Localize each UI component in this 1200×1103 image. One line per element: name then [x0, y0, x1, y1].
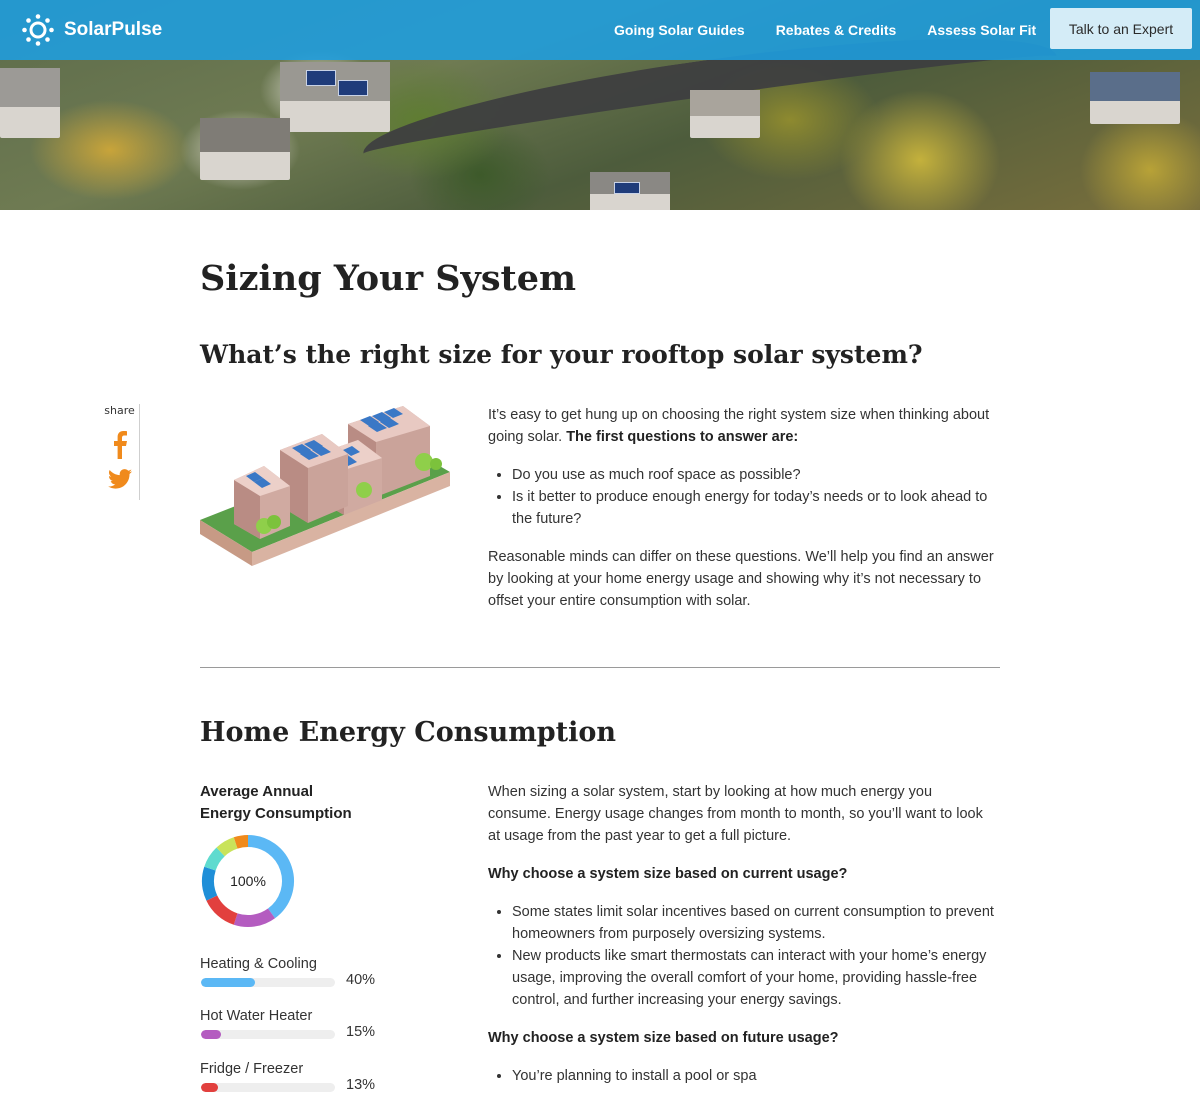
donut-center-label: 100% — [230, 873, 266, 889]
share-bar: share — [100, 404, 140, 500]
page-subtitle: What’s the right size for your rooftop s… — [200, 340, 923, 369]
usage-bar-fill — [201, 1030, 222, 1039]
hero-house — [1090, 72, 1180, 124]
future-usage-list: You’re planning to install a pool or spa — [512, 1065, 998, 1087]
consumption-text: When sizing a solar system, start by loo… — [488, 781, 998, 1103]
usage-percent: 40% — [346, 972, 376, 988]
list-item: Is it better to produce enough energy fo… — [512, 486, 998, 530]
intro-question-list: Do you use as much roof space as possibl… — [512, 464, 998, 530]
usage-bar-fill — [201, 978, 255, 987]
usage-bar-track — [201, 1030, 335, 1039]
usage-label: Heating & Cooling — [200, 956, 317, 972]
hero-house — [690, 90, 760, 138]
usage-bar-track — [201, 1083, 335, 1092]
hero-house — [590, 172, 670, 210]
usage-label: Fridge / Freezer — [200, 1061, 304, 1077]
consumption-paragraph: When sizing a solar system, start by loo… — [488, 784, 983, 844]
current-usage-list: Some states limit solar incentives based… — [512, 901, 998, 1011]
usage-label: Hot Water Heater — [200, 1008, 313, 1024]
list-item: Do you use as much roof space as possibl… — [512, 464, 998, 486]
hero-house — [280, 62, 390, 132]
sun-icon — [22, 14, 54, 46]
logo[interactable]: SolarPulse — [22, 14, 162, 46]
facebook-icon[interactable] — [100, 431, 139, 463]
intro-paragraph: It’s easy to get hung up on choosing the… — [488, 407, 990, 445]
nav-assess-solar-fit[interactable]: Assess Solar Fit — [927, 22, 1036, 38]
list-item: You’re planning to install a pool or spa — [512, 1065, 998, 1087]
section-title: Home Energy Consumption — [200, 717, 617, 748]
section-divider — [200, 667, 1000, 668]
list-item: Some states limit solar incentives based… — [512, 901, 998, 945]
future-usage-heading: Why choose a system size based on future… — [488, 1030, 839, 1046]
current-usage-heading: Why choose a system size based on curren… — [488, 866, 848, 882]
intro-paragraph-2: Reasonable minds can differ on these que… — [488, 549, 994, 609]
hero-house — [200, 118, 290, 180]
nav-links: Going Solar Guides Rebates & Credits Ass… — [614, 0, 1067, 60]
usage-item-hot-water-heater: Hot Water Heater 15% — [200, 1008, 400, 1046]
nav-rebates-credits[interactable]: Rebates & Credits — [776, 22, 897, 38]
talk-to-expert-button[interactable]: Talk to an Expert — [1050, 8, 1192, 49]
intro-question-heading: The first questions to answer are: — [566, 429, 799, 445]
usage-bar-track — [201, 978, 335, 987]
list-item: New products like smart thermostats can … — [512, 945, 998, 1011]
twitter-icon[interactable] — [100, 469, 139, 493]
houses-illustration — [198, 359, 454, 574]
usage-item-heating-cooling: Heating & Cooling 40% — [200, 956, 400, 994]
hero-image: SolarPulse Going Solar Guides Rebates & … — [0, 0, 1200, 210]
usage-percent: 15% — [346, 1024, 376, 1040]
page-title: Sizing Your System — [200, 258, 576, 299]
chart-title: Average Annual Energy Consumption — [200, 783, 352, 822]
nav-going-solar-guides[interactable]: Going Solar Guides — [614, 22, 745, 38]
usage-item-fridge-freezer: Fridge / Freezer 13% — [200, 1061, 400, 1099]
brand-name: SolarPulse — [64, 19, 163, 40]
hero-house — [0, 68, 60, 138]
usage-percent: 13% — [346, 1077, 376, 1093]
top-navbar: SolarPulse Going Solar Guides Rebates & … — [0, 0, 1200, 60]
intro-text: It’s easy to get hung up on choosing the… — [488, 404, 998, 628]
usage-bar-fill — [201, 1083, 219, 1092]
share-label: share — [104, 404, 135, 417]
